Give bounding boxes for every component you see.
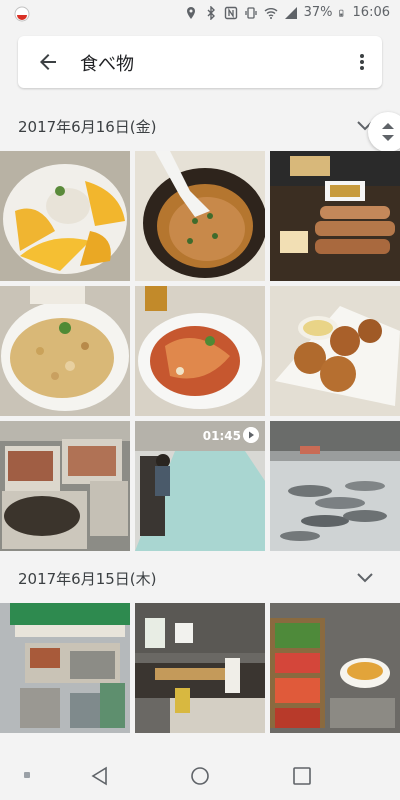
chevron-down-icon[interactable] [356, 572, 374, 584]
photo-thumbnail[interactable] [270, 151, 400, 281]
photo-thumbnail[interactable] [270, 286, 400, 416]
photo-thumbnail[interactable] [270, 421, 400, 551]
nav-recents-icon[interactable] [292, 766, 312, 786]
section-date-header: 2017年6月15日(木) [18, 570, 157, 588]
nav-home-icon[interactable] [190, 766, 210, 786]
video-thumbnail[interactable]: 01:45 [135, 421, 265, 551]
vibrate-icon [244, 6, 257, 19]
photo-thumbnail[interactable] [0, 151, 130, 281]
photo-thumbnail[interactable] [0, 421, 130, 551]
more-vert-icon[interactable] [358, 50, 366, 74]
search-bar[interactable]: 食べ物 [18, 36, 382, 88]
video-duration: 01:45 [202, 429, 241, 443]
play-icon [243, 427, 259, 443]
photo-thumbnail[interactable] [0, 286, 130, 416]
nfc-icon [224, 6, 237, 19]
nav-indicator [24, 772, 30, 778]
system-navigation-bar [0, 752, 400, 800]
search-query[interactable]: 食べ物 [80, 50, 134, 76]
nav-back-icon[interactable] [90, 766, 110, 786]
photo-thumbnail[interactable] [270, 603, 400, 733]
bluetooth-icon [207, 5, 215, 20]
photo-thumbnail[interactable] [135, 151, 265, 281]
arrow-back-icon[interactable] [36, 50, 60, 74]
photo-thumbnail[interactable] [135, 286, 265, 416]
photo-thumbnail[interactable] [135, 603, 265, 733]
status-bar: 37% 16:06 [0, 0, 400, 28]
clock: 16:06 [352, 5, 390, 20]
battery-icon [338, 9, 343, 17]
status-icons: 37% 16:06 [184, 5, 390, 20]
battery-percent: 37% [303, 5, 333, 20]
location-icon [186, 6, 195, 19]
fast-scroll-handle[interactable] [368, 112, 400, 152]
app-notification-icon [14, 6, 30, 22]
section-date-header: 2017年6月16日(金) [18, 118, 157, 136]
wifi-icon [264, 7, 278, 19]
signal-icon [284, 6, 297, 19]
photo-thumbnail[interactable] [0, 603, 130, 733]
scroll-arrows-icon [382, 123, 394, 141]
